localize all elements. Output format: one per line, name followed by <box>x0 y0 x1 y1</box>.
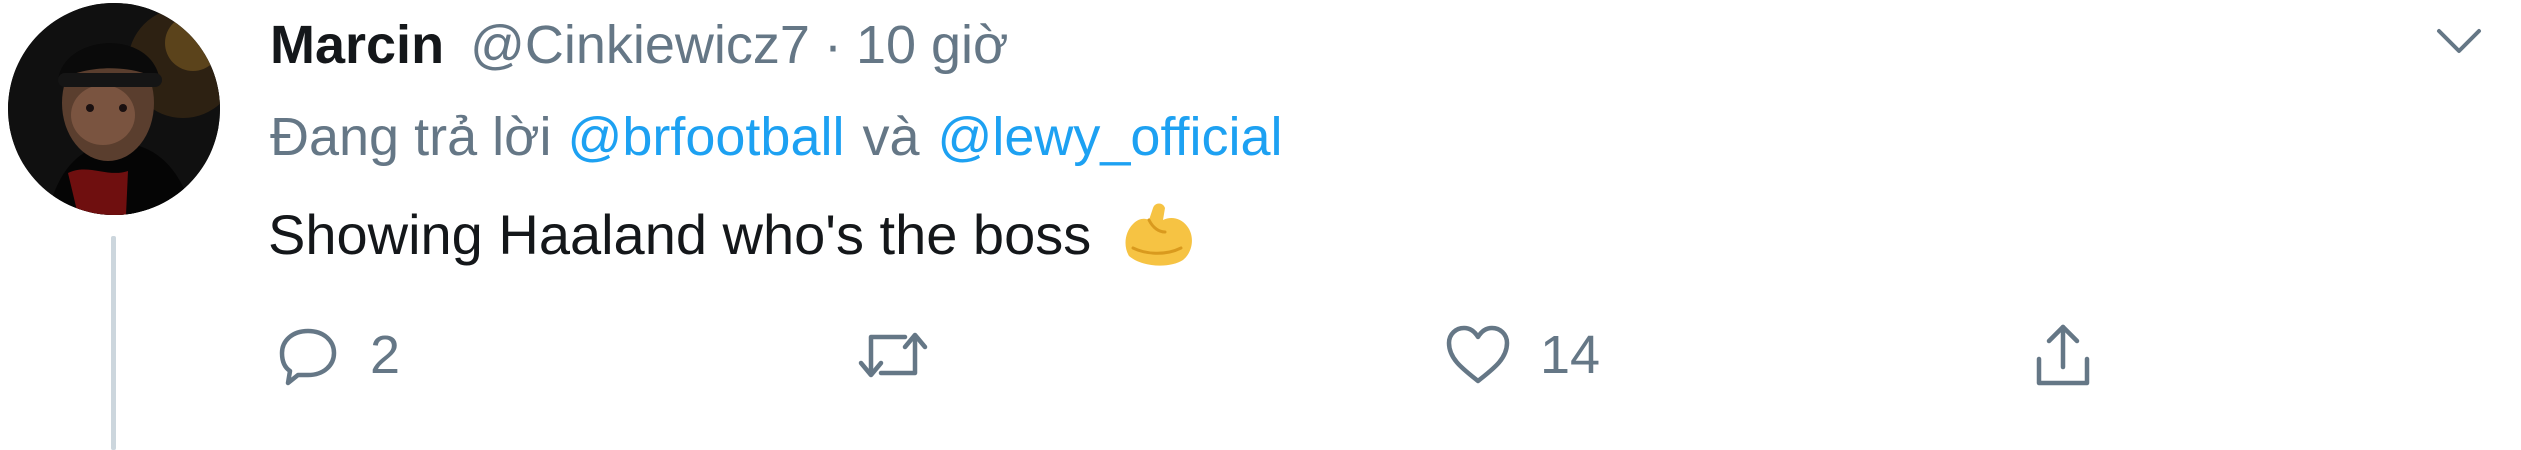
retweet-icon <box>855 317 931 393</box>
retweet-button[interactable] <box>855 310 955 400</box>
mention-link[interactable]: @brfootball <box>568 106 845 168</box>
tweet-text-content: Showing Haaland who's the boss <box>268 202 1092 266</box>
replying-to-label: Đang trả lời <box>270 107 552 167</box>
avatar-image <box>8 3 220 215</box>
mention-link[interactable]: @lewy_official <box>938 106 1283 168</box>
display-name[interactable]: Marcin <box>270 14 444 76</box>
replying-to: Đang trả lời @brfootball và @lewy_offici… <box>270 100 1283 174</box>
reply-bubble-icon <box>270 317 346 393</box>
timestamp[interactable]: 10 giờ <box>856 14 1009 76</box>
user-handle[interactable]: @Cinkiewicz7 <box>470 14 810 76</box>
like-count: 14 <box>1540 325 1601 385</box>
like-button[interactable]: 14 <box>1440 310 1600 400</box>
avatar[interactable] <box>8 3 220 215</box>
share-button[interactable] <box>2025 310 2101 400</box>
tweet-header: Marcin @Cinkiewicz7 · 10 giờ <box>270 8 1008 82</box>
chevron-down-icon <box>2437 29 2481 53</box>
flexed-biceps-emoji-icon <box>1119 198 1199 270</box>
thread-connector-line <box>111 236 116 450</box>
tweet-actions: 2 14 <box>270 310 2490 400</box>
separator-dot: · <box>823 15 842 75</box>
heart-icon <box>1440 317 1516 393</box>
tweet-menu-button[interactable] <box>2424 6 2494 76</box>
reply-button[interactable]: 2 <box>270 310 400 400</box>
replying-to-conjunction: và <box>862 107 920 167</box>
reply-count: 2 <box>370 325 401 385</box>
tweet[interactable]: Marcin @Cinkiewicz7 · 10 giờ Đang trả lờ… <box>0 0 2521 450</box>
share-icon <box>2025 317 2101 393</box>
tweet-text: Showing Haaland who's the boss <box>268 197 1199 271</box>
